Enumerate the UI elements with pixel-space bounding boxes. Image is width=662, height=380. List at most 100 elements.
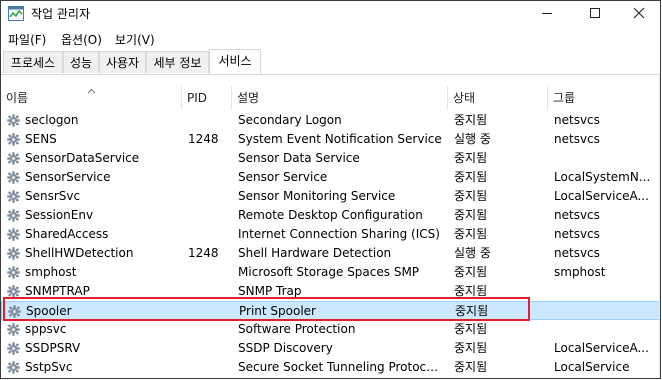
service-name: sppsvc xyxy=(25,322,67,336)
service-name: SessionEnv xyxy=(25,208,94,222)
service-pid xyxy=(188,339,228,358)
menu-file[interactable]: 파일(F) xyxy=(8,31,46,48)
service-group: LocalServiceA... xyxy=(554,189,649,203)
table-row[interactable]: SensrSvc Sensor Monitoring Service 중지됨 Loca… xyxy=(1,187,660,206)
maximize-icon xyxy=(589,7,601,22)
service-description: Sensor Data Service xyxy=(238,151,360,165)
tab-details[interactable]: 세부 정보 xyxy=(146,51,209,73)
tab-performance[interactable]: 성능 xyxy=(63,51,99,73)
table-row-selected[interactable]: Spooler Print Spooler 중지됨 xyxy=(1,301,660,320)
gear-icon xyxy=(7,247,20,260)
gear-icon xyxy=(7,133,20,146)
service-group: netsvcs xyxy=(554,113,600,127)
menu-options[interactable]: 옵션(O) xyxy=(61,31,102,48)
service-status: 중지됨 xyxy=(454,341,488,355)
service-group: netsvcs xyxy=(554,246,600,260)
service-description: Remote Desktop Configuration xyxy=(238,208,423,222)
column-pid[interactable]: PID xyxy=(182,86,232,110)
gear-icon xyxy=(7,152,20,165)
service-group: netsvcs xyxy=(554,208,600,222)
column-status[interactable]: 상태 xyxy=(448,86,548,110)
table-row[interactable]: SharedAccess Internet Connection Sharing … xyxy=(1,225,660,244)
service-status: 실행 중 xyxy=(454,246,491,260)
table-row[interactable]: ShellHWDetection 1248 Shell Hardware Detec… xyxy=(1,244,660,263)
gear-icon xyxy=(7,285,20,298)
service-pid xyxy=(188,263,228,282)
table-row[interactable]: SensorDataService Sensor Data Service 중지됨 xyxy=(1,149,660,168)
service-status: 중지됨 xyxy=(454,208,488,222)
service-pid xyxy=(188,282,228,301)
table-row[interactable]: smphost Microsoft Storage Spaces SMP 중지됨 sm… xyxy=(1,263,660,282)
service-status: 중지됨 xyxy=(454,284,488,298)
gear-icon xyxy=(7,323,20,336)
title-bar[interactable]: 작업 관리자 xyxy=(1,1,660,27)
service-description: Internet Connection Sharing (ICS) xyxy=(238,227,440,241)
service-pid xyxy=(188,168,228,187)
tab-users[interactable]: 사용자 xyxy=(99,51,146,73)
service-name: SENS xyxy=(25,132,57,146)
service-name: Spooler xyxy=(26,304,72,318)
gear-icon xyxy=(7,342,20,355)
service-name: SensorDataService xyxy=(25,151,140,165)
service-pid xyxy=(188,149,228,168)
service-group xyxy=(554,149,658,168)
service-group: LocalSystemN... xyxy=(554,170,651,184)
column-name[interactable]: 이름 xyxy=(1,86,182,110)
service-pid xyxy=(188,187,228,206)
gear-icon xyxy=(8,305,21,318)
table-row[interactable]: seclogon Secondary Logon 중지됨 netsvcs xyxy=(1,111,660,130)
service-status: 중지됨 xyxy=(454,189,488,203)
service-description: Microsoft Storage Spaces SMP xyxy=(238,265,420,279)
gear-icon xyxy=(7,266,20,279)
service-name: SensorService xyxy=(25,170,111,184)
service-description: SNMP Trap xyxy=(238,284,302,298)
window-title: 작업 관리자 xyxy=(31,7,91,21)
table-row[interactable]: SstpSvc Secure Socket Tunneling Protocol … xyxy=(1,358,660,377)
service-pid xyxy=(189,302,229,321)
service-group: netsvcs xyxy=(554,227,600,241)
task-manager-window: 작업 관리자 파일(F) 옵션(O) 보기(V) 프로세스 성능 사용자 세부 … xyxy=(0,0,661,379)
close-button[interactable] xyxy=(616,1,660,27)
service-group: smphost xyxy=(554,265,606,279)
table-row[interactable]: sppsvc Software Protection 중지됨 xyxy=(1,320,660,339)
service-description: Sensor Service xyxy=(238,170,328,184)
tab-bar: 프로세스 성능 사용자 세부 정보 서비스 xyxy=(1,49,660,75)
service-pid xyxy=(188,111,228,130)
gear-icon xyxy=(7,171,20,184)
minimize-button[interactable] xyxy=(524,1,570,27)
service-pid: 1248 xyxy=(188,246,219,260)
table-row[interactable]: SessionEnv Remote Desktop Configuration 중지… xyxy=(1,206,660,225)
service-description: Secondary Logon xyxy=(238,113,342,127)
service-group: LocalService xyxy=(554,360,630,374)
gear-icon xyxy=(7,228,20,241)
table-row[interactable]: SensorService Sensor Service 중지됨 LocalSyste… xyxy=(1,168,660,187)
gear-icon xyxy=(7,190,20,203)
column-header: 이름 PID 설명 상태 그룹 xyxy=(1,86,660,110)
service-status: 중지됨 xyxy=(454,265,488,279)
service-name: smphost xyxy=(25,265,77,279)
tab-services[interactable]: 서비스 xyxy=(209,49,261,74)
column-group[interactable]: 그룹 xyxy=(548,86,660,110)
menu-view[interactable]: 보기(V) xyxy=(115,31,155,48)
service-name: SharedAccess xyxy=(25,227,109,241)
service-group xyxy=(555,302,659,321)
service-description: Secure Socket Tunneling Protocol S... xyxy=(238,360,444,374)
service-description: SSDP Discovery xyxy=(238,341,333,355)
table-row[interactable]: SNMPTRAP SNMP Trap 중지됨 xyxy=(1,282,660,301)
table-row[interactable]: SSDPSRV SSDP Discovery 중지됨 LocalServiceA... xyxy=(1,339,660,358)
column-description[interactable]: 설명 xyxy=(232,86,448,110)
service-status: 중지됨 xyxy=(454,322,488,336)
gear-icon xyxy=(7,361,20,374)
list-edge xyxy=(659,75,660,378)
service-description: Sensor Monitoring Service xyxy=(238,189,396,203)
service-status: 중지됨 xyxy=(454,113,488,127)
tab-processes[interactable]: 프로세스 xyxy=(3,51,63,73)
maximize-button[interactable] xyxy=(572,1,618,27)
service-name: SNMPTRAP xyxy=(25,284,90,298)
close-icon xyxy=(633,7,645,22)
service-status: 중지됨 xyxy=(455,304,489,318)
task-manager-icon xyxy=(8,6,24,21)
service-pid xyxy=(188,225,228,244)
table-row[interactable]: SENS 1248 System Event Notification Servic… xyxy=(1,130,660,149)
service-description: Print Spooler xyxy=(239,304,316,318)
